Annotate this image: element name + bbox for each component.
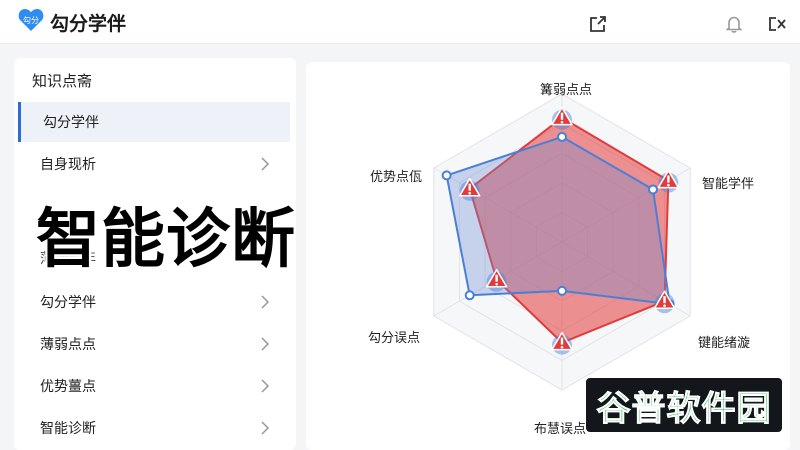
chevron-right-icon <box>261 157 270 171</box>
radar-point-blue <box>557 131 567 142</box>
sidebar-item-label: 优势薑点 <box>40 379 96 395</box>
warning-icon-dot <box>663 304 666 307</box>
top-bar: 勾分 勾分学伴 <box>0 0 800 44</box>
sidebar-item-2[interactable]: 自身现析 <box>18 144 290 184</box>
warning-icon-dot <box>495 282 498 286</box>
sidebar-item-7[interactable]: 智能诊断 <box>18 408 290 448</box>
watermark-logo: 谷普软件园 <box>586 378 782 432</box>
sidebar-title: 知识点斋 <box>32 72 93 90</box>
chevron-right-icon <box>261 421 270 435</box>
axis-label: 篝弱点点 <box>540 83 593 98</box>
axis-label: 优势点佤 <box>370 170 423 185</box>
axis-label: 布慧误点 <box>534 422 587 437</box>
warning-icon-dot <box>468 191 472 195</box>
radar-point-blue <box>648 184 659 195</box>
warning-icon-bar <box>663 296 666 304</box>
radar-point-blue <box>441 170 452 181</box>
chevron-right-icon <box>261 379 270 393</box>
chevron-right-icon <box>261 337 270 351</box>
logo-text: 勾分 <box>23 15 39 25</box>
warning-icon-dot <box>560 120 564 124</box>
sidebar-item-label: 薄弱点点 <box>40 337 96 353</box>
warning-icon-bar <box>667 175 670 183</box>
app-title: 勾分学伴 <box>50 13 127 35</box>
sidebar-item-label: 自身现析 <box>40 157 96 173</box>
sidebar-item-1[interactable]: 勾分学伴 <box>18 102 290 142</box>
sidebar-item-6[interactable]: 优势薑点 <box>18 366 290 406</box>
axis-label: 键能绪漩 <box>698 336 751 351</box>
radar-point-blue <box>557 285 567 296</box>
chevron-right-icon <box>261 295 270 309</box>
sidebar-item-label: 智能诊断 <box>40 421 96 437</box>
watermark-text: 谷普软件园 <box>596 388 772 429</box>
bell-icon[interactable] <box>724 14 744 34</box>
sidebar-item-label: 勾分学伴 <box>40 295 96 311</box>
warning-icon-bar <box>468 183 471 191</box>
warning-icon-dot <box>667 183 670 187</box>
warning-icon-bar <box>495 274 498 282</box>
radar-point-blue <box>464 290 475 301</box>
axis-label: 智能学伴 <box>702 177 755 192</box>
exit-icon[interactable] <box>768 14 788 34</box>
warning-icon-bar <box>560 112 564 120</box>
axis-label: 勾分误点 <box>368 331 421 346</box>
app-window: 勾分 勾分学伴 知识点斋 勾分学伴 自身现析 薄势频年 勾分学伴 薄弱点点 优势… <box>0 0 800 450</box>
share-icon[interactable] <box>588 14 608 34</box>
sidebar-item-label: 勾分学伴 <box>43 115 99 131</box>
app-logo-icon: 勾分 <box>18 9 44 31</box>
sidebar-item-4[interactable]: 勾分学伴 <box>18 282 290 322</box>
warning-icon-bar <box>560 337 564 345</box>
sidebar-item-5[interactable]: 薄弱点点 <box>18 324 290 364</box>
warning-icon-dot <box>560 345 564 349</box>
overlay-headline: 智能诊断 <box>36 203 296 277</box>
